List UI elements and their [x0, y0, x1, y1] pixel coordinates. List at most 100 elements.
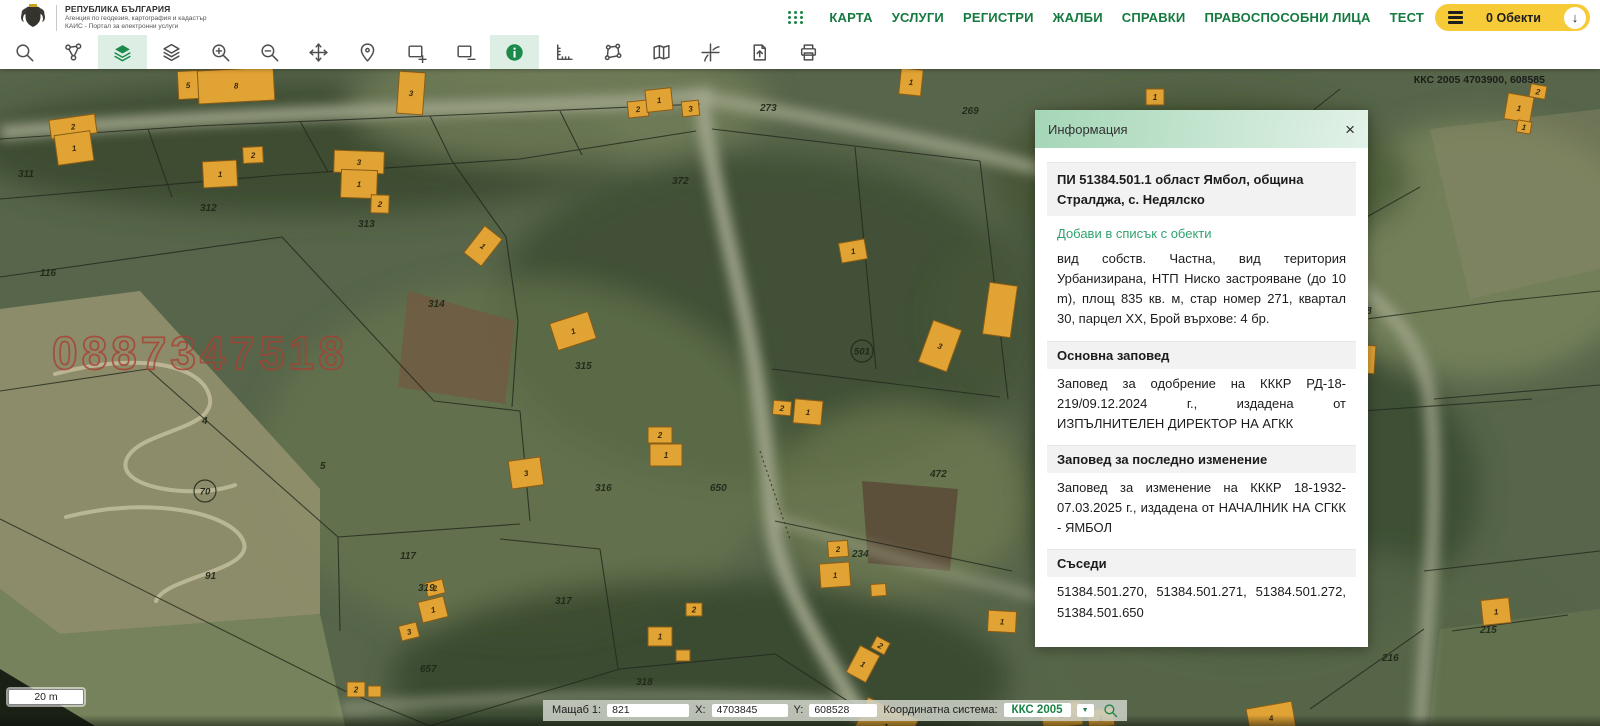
crs-label: Координатна система: [883, 704, 997, 716]
apps-grid-icon[interactable] [788, 11, 804, 24]
map-building[interactable]: 1 [1146, 89, 1164, 105]
map-building[interactable]: 2 [627, 100, 649, 118]
map-building[interactable]: 3 [397, 71, 426, 115]
parcel-number-label: 5 [320, 461, 326, 472]
cursor-coordinates-readout: ККС 2005 4703900, 608585 [1414, 74, 1545, 86]
app-window: РЕПУБЛИКА БЪЛГАРИЯ Агенция по геодезия, … [0, 0, 1600, 726]
coordinates-icon[interactable] [686, 35, 735, 69]
map-building[interactable]: 1 [1504, 93, 1534, 123]
export-icon[interactable] [735, 35, 784, 69]
map-toolbar [0, 35, 1600, 69]
statusbar-search-icon[interactable] [1103, 703, 1118, 718]
measure-distance-icon[interactable] [539, 35, 588, 69]
parcel-number-label: 316 [595, 483, 612, 494]
map-building[interactable]: 1 [648, 627, 672, 646]
logo-divider [56, 5, 57, 31]
info-icon[interactable] [490, 35, 539, 69]
menu-icon [1448, 11, 1463, 23]
map-building[interactable]: 1 [202, 160, 237, 188]
print-icon[interactable] [784, 35, 833, 69]
map-building[interactable]: 1 [899, 69, 924, 96]
parcel-number-label: 273 [759, 103, 777, 114]
nav-item-1[interactable]: КАРТА [829, 10, 872, 25]
main-nav: КАРТА УСЛУГИ РЕГИСТРИ ЖАЛБИ СПРАВКИ ПРАВОСПОС… [788, 0, 1424, 35]
map-building[interactable]: 3 [508, 457, 544, 489]
map-building[interactable]: 1 [793, 399, 823, 425]
parcel-number-label: 317 [555, 596, 572, 607]
search-icon[interactable] [0, 35, 49, 69]
info-panel-body: ПИ 51384.501.1 област Ямбол, община Стра… [1035, 148, 1368, 647]
section-heading: Заповед за последно изменение [1047, 445, 1356, 473]
map-building[interactable]: 1 [54, 131, 94, 166]
nav-item-4[interactable]: ЖАЛБИ [1053, 10, 1103, 25]
y-input[interactable] [809, 704, 877, 717]
map-building[interactable]: 2 [827, 540, 848, 557]
layer-list-icon[interactable] [147, 35, 196, 69]
nav-item-3[interactable]: РЕГИСТРИ [963, 10, 1034, 25]
coat-of-arms-icon [18, 3, 48, 33]
nav-item-2[interactable]: УСЛУГИ [892, 10, 944, 25]
scale-indicator: 20 m [8, 689, 84, 705]
org-subtitle-1: Агенция по геодезия, картография и кадас… [65, 15, 207, 23]
building-number: 2 [657, 431, 663, 440]
map-building[interactable]: 2 [1529, 84, 1547, 100]
parcel-number-label: 657 [420, 664, 437, 675]
zoom-window-icon[interactable] [392, 35, 441, 69]
scale-input[interactable] [607, 704, 689, 717]
crs-select[interactable]: ККС 2005 [1004, 703, 1071, 717]
map-building[interactable]: 8 [197, 69, 275, 104]
zoom-in-icon[interactable] [196, 35, 245, 69]
map-building[interactable] [871, 583, 887, 596]
org-title: РЕПУБЛИКА БЪЛГАРИЯ [65, 4, 207, 15]
map-building[interactable]: 1 [987, 610, 1016, 632]
objects-button[interactable]: 0 Обекти ↓ [1435, 4, 1590, 31]
parcel-number-label: 650 [710, 483, 727, 494]
building-number: 2 [353, 686, 359, 695]
map-building[interactable]: 2 [686, 603, 702, 616]
chevron-down-icon[interactable]: ▼ [1077, 704, 1094, 717]
map-building[interactable]: 1 [819, 562, 851, 588]
map-building[interactable] [368, 686, 381, 697]
parcel-number-label: 116 [40, 268, 56, 279]
section-heading: Съседи [1047, 549, 1356, 577]
location-pin-icon[interactable] [343, 35, 392, 69]
map-building[interactable]: 5 [177, 70, 198, 99]
map-building[interactable]: 1 [838, 239, 867, 263]
map-building[interactable]: 2 [347, 682, 365, 697]
close-icon[interactable]: × [1345, 121, 1355, 138]
layers-icon[interactable] [98, 35, 147, 69]
select-features-icon[interactable] [49, 35, 98, 69]
parcel-number-label: 315 [575, 361, 592, 372]
nav-item-6[interactable]: ПРАВОСПОСОБНИ ЛИЦА [1204, 10, 1370, 25]
property-details: вид собств. Частна, вид територия Урбани… [1047, 244, 1356, 338]
pan-icon[interactable] [294, 35, 343, 69]
map-building[interactable]: 1 [1481, 598, 1511, 626]
map-building[interactable]: 2 [772, 400, 791, 416]
svg-text:70: 70 [200, 487, 211, 498]
add-to-objects-link[interactable]: Добави в списък с обекти [1057, 226, 1346, 241]
parcel-number-label: 314 [428, 299, 445, 310]
building-number: 1 [664, 451, 669, 460]
map-building[interactable]: 1 [645, 88, 673, 113]
nav-item-7[interactable]: ТЕСТ [1390, 10, 1424, 25]
map-sheet-icon[interactable] [637, 35, 686, 69]
building-number: 1 [658, 633, 663, 642]
map-building[interactable]: 3 [681, 100, 699, 117]
zoom-out-icon[interactable] [245, 35, 294, 69]
map-building[interactable]: 1 [650, 444, 682, 466]
map-building[interactable]: 2 [243, 146, 264, 163]
parcel-number-label: 472 [929, 469, 947, 480]
map-building[interactable]: 1 [1516, 120, 1532, 134]
zoom-out-window-icon[interactable] [441, 35, 490, 69]
agency-logo[interactable]: РЕПУБЛИКА БЪЛГАРИЯ Агенция по геодезия, … [0, 3, 207, 33]
map-building[interactable] [676, 650, 690, 661]
x-input[interactable] [712, 704, 788, 717]
nav-item-5[interactable]: СПРАВКИ [1122, 10, 1186, 25]
measure-area-icon[interactable] [588, 35, 637, 69]
section-text: Заповед за изменение на КККР 18-1932-07.… [1047, 473, 1356, 546]
section-heading: Основна заповед [1047, 341, 1356, 369]
parcel-number-label: 216 [1381, 653, 1399, 664]
map-building[interactable]: 2 [648, 427, 672, 443]
map-building[interactable]: 2 [371, 195, 390, 214]
download-arrow-icon[interactable]: ↓ [1564, 7, 1586, 29]
